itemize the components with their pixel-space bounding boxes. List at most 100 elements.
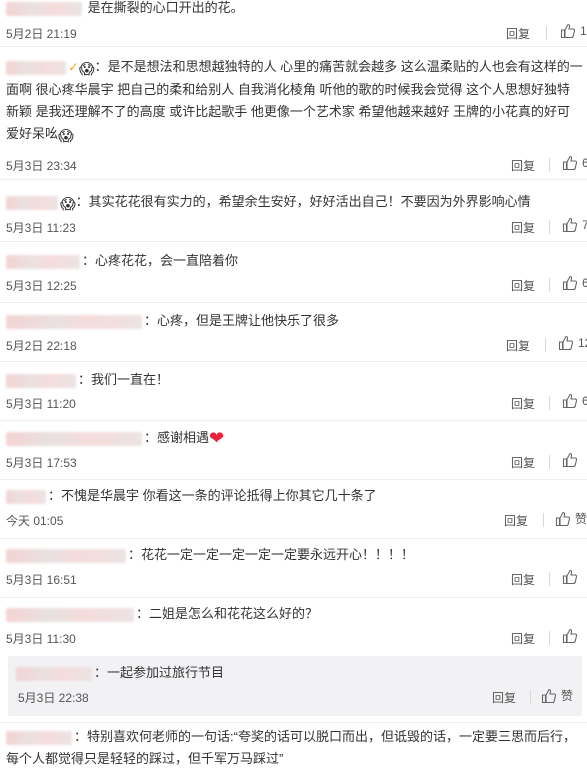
comment-item: ✓😱：是不是想法和思想越独特的人 心里的痛苦就会越多 这么温柔贴的人也会有这样的… (0, 47, 587, 180)
like-button[interactable]: 6 (562, 393, 587, 409)
thumbs-up-icon (562, 569, 578, 585)
timestamp: 5月3日 22:38 (18, 691, 89, 705)
comment-text: 花花一定一定一定一定一定要永远开心！！！！ (141, 547, 415, 562)
comment-item: ：特别喜欢何老师的一句话:“夸奖的话可以脱口而出，但诋毁的话，一定要三思而后行，… (0, 723, 587, 780)
comment-item: ：我们一直在！ 5月3日 11:20 回复 6 (0, 362, 587, 421)
like-button[interactable]: 13 (560, 23, 587, 39)
comment-text: 我们一直在！ (91, 372, 170, 387)
reply-button[interactable]: 回复 (511, 219, 535, 236)
like-button[interactable] (562, 569, 582, 585)
comment-text: 心疼，但是王牌让他快乐了很多 (157, 313, 340, 328)
scared-face-emoji-icon: 😱 (58, 127, 74, 145)
divider (546, 26, 547, 40)
like-button[interactable]: 12 (558, 335, 587, 351)
comment-body: 😱：其实花花很有实力的，希望余生安好，好好活出自己！不要因为外界影响心情 (6, 191, 583, 213)
heart-emoji-icon: ❤ (209, 428, 225, 448)
comment-item: 是在撕裂的心口开出的花。 5月2日 21:19 回复 13 (0, 0, 587, 47)
comment-text: 不愧是华晨宇 你看这一条的评论抵得上你其它几十条了 (61, 488, 377, 503)
comment-text: 二姐是怎么和花花这么好的？ (149, 606, 319, 621)
thumbs-up-icon (562, 452, 578, 468)
comment-list: 是在撕裂的心口开出的花。 5月2日 21:19 回复 13 ✓😱：是不是想法和思… (0, 0, 587, 780)
like-button[interactable]: 7 (562, 217, 587, 233)
comment-meta: 5月3日 23:34 回复 6 (6, 155, 587, 175)
divider (549, 396, 550, 410)
like-button[interactable]: 赞 (541, 687, 573, 704)
timestamp: 5月3日 11:20 (6, 397, 76, 411)
like-count: 7 (582, 218, 587, 232)
comment-text: 是在撕裂的心口开出的花。 (87, 0, 244, 15)
comment-body: ：心疼，但是王牌让他快乐了很多 (6, 310, 583, 332)
divider (549, 278, 550, 292)
comment-meta: 5月3日 16:51 回复 (6, 569, 583, 589)
comment-body: ：花花一定一定一定一定一定要永远开心！！！！ (6, 544, 583, 566)
comment-meta: 5月2日 22:18 回复 12 (6, 335, 587, 355)
username[interactable] (6, 254, 80, 269)
reply-button[interactable]: 回复 (511, 571, 535, 588)
comment-body: ：特别喜欢何老师的一句话:“夸奖的话可以脱口而出，但诋毁的话，一定要三思而后行，… (6, 729, 576, 766)
reply-button[interactable]: 回复 (511, 277, 535, 294)
comment-meta: 今天 01:05 回复 赞 (6, 510, 587, 530)
like-button[interactable] (562, 452, 582, 468)
like-button[interactable] (562, 628, 582, 644)
reply-button[interactable]: 回复 (492, 689, 516, 706)
reply-text: 一起参加过旅行节目 (107, 665, 225, 680)
timestamp: 5月2日 22:18 (6, 339, 77, 353)
comment-meta: 5月3日 11:30 回复 (6, 628, 583, 648)
like-count: 6 (582, 276, 587, 290)
comment-item: ：心疼花花，会一直陪着你 5月3日 12:25 回复 6 (0, 242, 587, 303)
like-button[interactable]: 赞 (555, 510, 587, 527)
thumbs-up-icon (541, 688, 557, 703)
username[interactable] (6, 730, 72, 745)
reply-button[interactable]: 回复 (506, 25, 530, 42)
reply-button[interactable]: 回复 (511, 630, 535, 647)
username[interactable] (6, 314, 142, 329)
reply-button[interactable]: 回复 (511, 157, 535, 174)
reply-button[interactable]: 回复 (506, 337, 530, 354)
like-button[interactable]: 6 (562, 155, 587, 171)
like-button[interactable]: 6 (562, 275, 587, 291)
comment-body: ：心疼花花，会一直陪着你 (6, 250, 583, 272)
like-count: 赞 (561, 689, 574, 703)
scared-face-emoji-icon: 😱 (78, 61, 95, 78)
reply-button[interactable]: 回复 (511, 395, 535, 412)
like-count: 13 (580, 24, 587, 38)
comment-item: ：不愧是华晨宇 你看这一条的评论抵得上你其它几十条了 今天 01:05 回复 赞 (0, 480, 587, 539)
username[interactable] (6, 548, 126, 563)
comment-item: ：感谢相遇❤ 5月3日 17:53 回复 (0, 421, 587, 480)
thumbs-up-icon (562, 393, 578, 409)
username[interactable] (6, 60, 66, 75)
username[interactable] (6, 431, 142, 446)
username[interactable] (6, 195, 58, 210)
comment-text: 感谢相遇 (157, 430, 210, 445)
username[interactable] (6, 489, 46, 504)
thumbs-up-icon (560, 23, 576, 39)
timestamp: 5月3日 23:34 (6, 159, 77, 173)
username[interactable] (6, 607, 134, 622)
comment-text: 心疼花花，会一直陪着你 (95, 253, 239, 268)
username[interactable] (16, 666, 92, 681)
timestamp: 5月3日 16:51 (6, 573, 77, 587)
vip-badge-icon: ✓ (68, 59, 79, 75)
divider (549, 631, 550, 645)
thumbs-up-icon (562, 217, 578, 233)
comment-meta: 5月3日 12:25 回复 6 (6, 275, 587, 295)
username[interactable] (6, 1, 82, 16)
thumbs-up-icon (562, 275, 578, 291)
reply-button[interactable]: 回复 (504, 512, 528, 529)
comment-body: ：二姐是怎么和花花这么好的？ (6, 603, 583, 625)
comment-body: ：我们一直在！ (6, 369, 583, 391)
reply-button[interactable]: 回复 (511, 454, 535, 471)
reply-body: ：一起参加过旅行节目 (16, 662, 578, 684)
reply-meta: 5月3日 22:38 回复 赞 (18, 687, 578, 707)
divider (549, 572, 550, 586)
username[interactable] (6, 373, 76, 388)
like-count: 6 (582, 394, 587, 408)
comment-body: ：不愧是华晨宇 你看这一条的评论抵得上你其它几十条了 (6, 485, 583, 507)
scared-face-emoji-icon: 😱 (60, 196, 76, 213)
nested-reply: ：一起参加过旅行节目 5月3日 22:38 回复 赞 (8, 656, 582, 716)
thumbs-up-icon (558, 335, 574, 351)
like-count: 赞 (575, 512, 587, 526)
like-count: 12 (578, 336, 587, 350)
divider (549, 158, 550, 172)
divider (545, 338, 546, 352)
